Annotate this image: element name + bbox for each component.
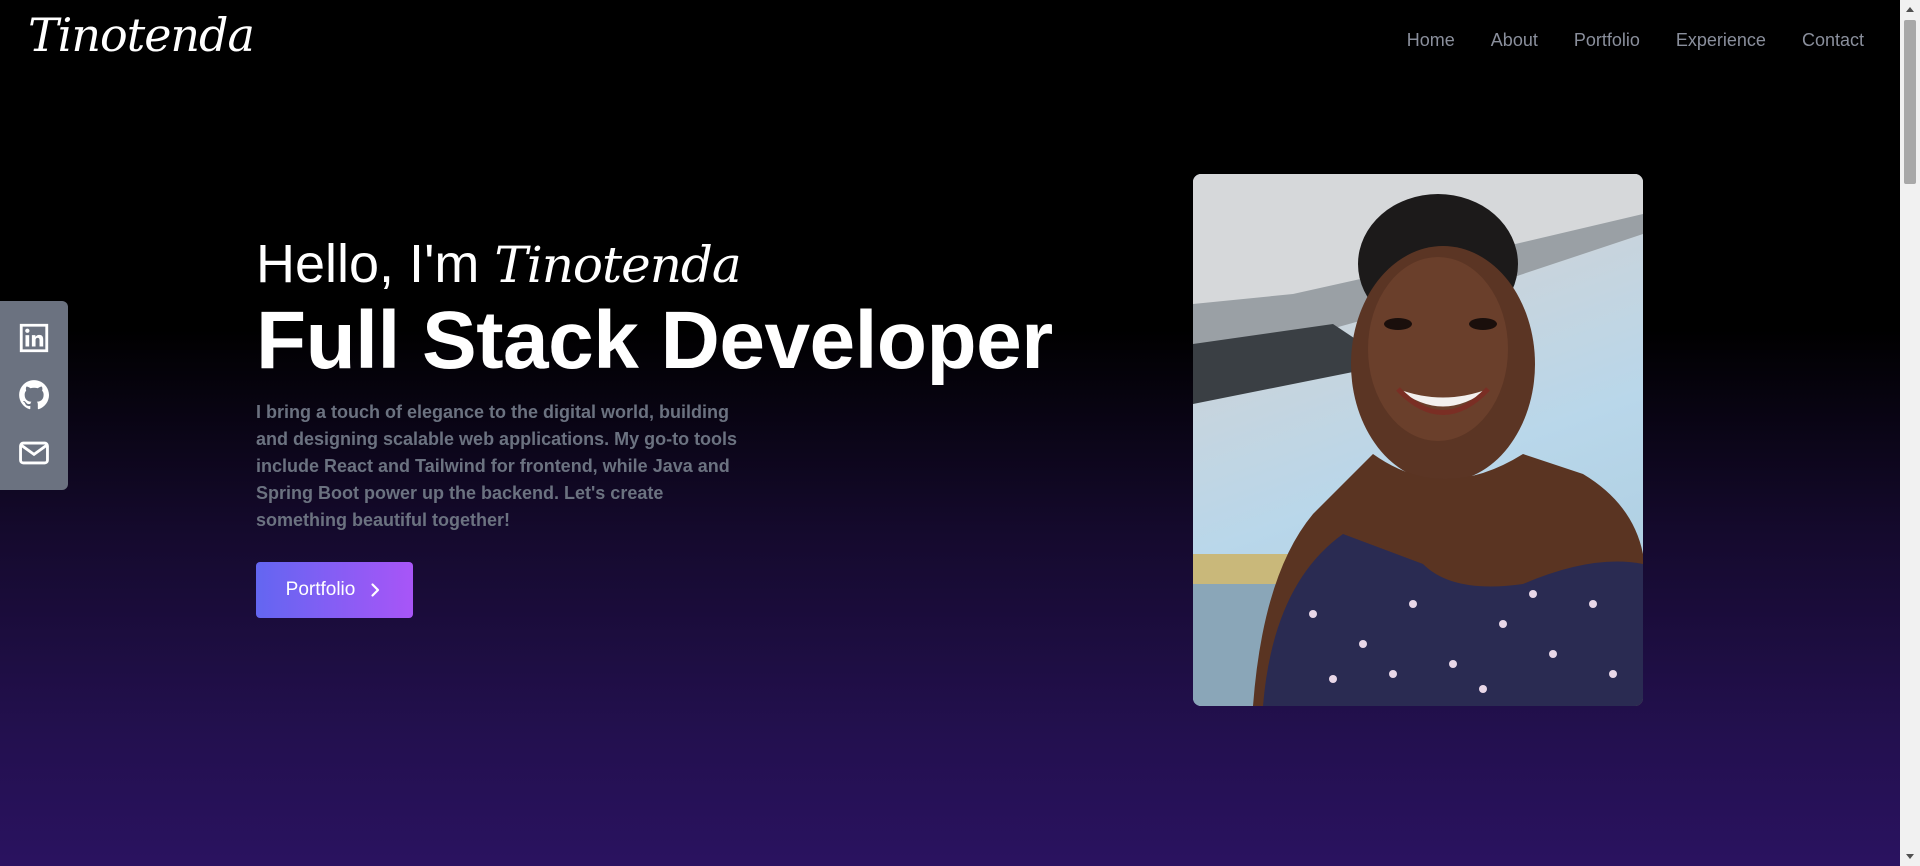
greeting-name: Tinotenda	[494, 236, 741, 294]
portfolio-button[interactable]: Portfolio	[256, 562, 413, 618]
email-link[interactable]	[16, 435, 52, 471]
github-link[interactable]	[16, 377, 52, 413]
main-nav: Home About Portfolio Experience Contact	[1407, 30, 1864, 51]
mail-icon	[19, 441, 49, 465]
nav-contact[interactable]: Contact	[1802, 30, 1864, 51]
scroll-down-arrow-icon[interactable]	[1900, 848, 1920, 866]
profile-photo	[1193, 174, 1643, 706]
scroll-thumb[interactable]	[1904, 20, 1916, 184]
nav-portfolio[interactable]: Portfolio	[1574, 30, 1640, 51]
greeting: Hello, I'm Tinotenda	[256, 232, 1096, 297]
nav-home[interactable]: Home	[1407, 30, 1455, 51]
linkedin-icon	[19, 323, 49, 352]
linkedin-link[interactable]	[16, 320, 52, 356]
role-title: Full Stack Developer	[256, 295, 1053, 386]
profile-photo-illustration	[1193, 174, 1643, 706]
github-icon	[19, 380, 50, 410]
social-sidebar	[0, 301, 68, 490]
chevron-right-icon	[371, 583, 380, 597]
hero-section: Hello, I'm Tinotenda Full Stack Develope…	[256, 232, 1096, 618]
logo[interactable]: Tinotenda	[28, 8, 255, 62]
scroll-up-arrow-icon[interactable]	[1900, 0, 1920, 18]
nav-about[interactable]: About	[1491, 30, 1538, 51]
page: Tinotenda Home About Portfolio Experienc…	[0, 0, 1900, 866]
hero-description: I bring a touch of elegance to the digit…	[256, 402, 738, 530]
nav-experience[interactable]: Experience	[1676, 30, 1766, 51]
greeting-text: Hello, I'm	[256, 234, 480, 294]
portfolio-button-label: Portfolio	[285, 579, 356, 600]
scrollbar[interactable]	[1900, 0, 1920, 866]
